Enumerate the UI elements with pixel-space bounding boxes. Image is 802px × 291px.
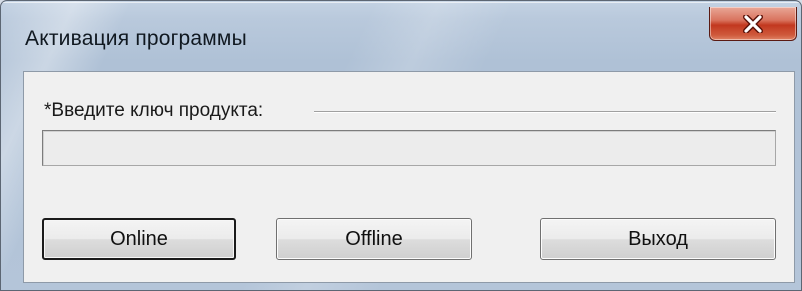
exit-button[interactable]: Выход: [540, 218, 776, 260]
close-button[interactable]: [709, 7, 797, 41]
product-key-input[interactable]: [42, 130, 776, 166]
window-title: Активация программы: [25, 27, 247, 50]
offline-button[interactable]: Offline: [276, 218, 472, 260]
online-button[interactable]: Online: [42, 218, 236, 260]
product-key-label: *Введите ключ продукта:: [44, 100, 270, 122]
group-divider: [314, 111, 776, 113]
activation-window: Активация программы *Введите ключ продук…: [0, 0, 802, 291]
dialog-client-area: *Введите ключ продукта: Online Offline В…: [23, 71, 795, 283]
close-x-icon: [743, 14, 763, 33]
